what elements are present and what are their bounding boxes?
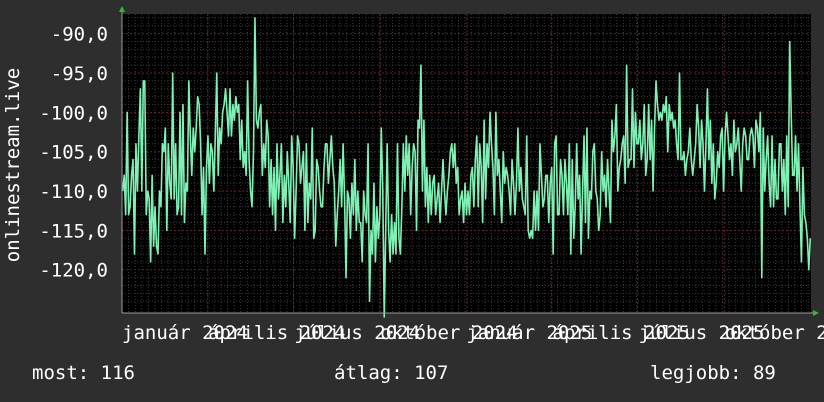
y-axis-arrow [119, 6, 125, 12]
y-tick-label: -110,0 [39, 181, 108, 203]
y-tick-label: -90,0 [51, 24, 108, 46]
y-axis-label: onlinestream.live [2, 68, 24, 262]
y-tick-label: -100,0 [39, 102, 108, 124]
y-tick-label: -105,0 [39, 142, 108, 164]
x-tick-label: október 2025 [725, 322, 824, 344]
y-tick-label: -120,0 [39, 260, 108, 282]
stat-current: most: 116 [32, 362, 135, 384]
y-ticks: -90,0 -95,0 -100,0 -105,0 -110,0 -115,0 -120,0 [39, 24, 108, 282]
stat-average: átlag: 107 [334, 362, 449, 384]
x-axis-arrow [813, 310, 819, 316]
y-tick-label: -115,0 [39, 220, 108, 242]
chart: -90,0 -95,0 -100,0 -105,0 -110,0 -115,0 -120,0… [0, 0, 824, 350]
y-tick-label: -95,0 [51, 63, 108, 85]
x-ticks: január 2024április 2024július 2024októbe… [122, 322, 824, 344]
stat-best: legjobb: 89 [650, 362, 776, 384]
line-chart: -90,0 -95,0 -100,0 -105,0 -110,0 -115,0 -120,0… [2, 6, 824, 344]
